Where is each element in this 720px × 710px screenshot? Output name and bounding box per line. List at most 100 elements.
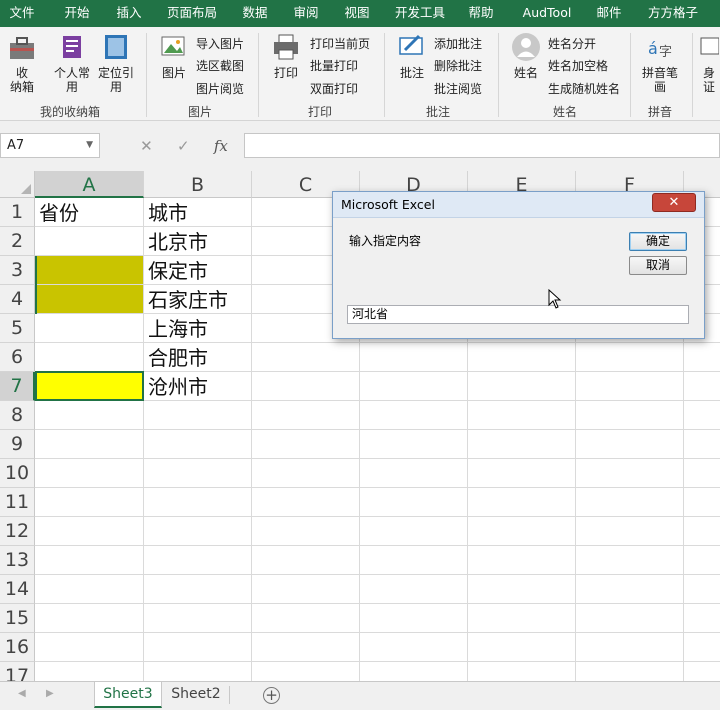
- grid-cell[interactable]: [360, 430, 468, 459]
- grid-cell[interactable]: [144, 459, 252, 488]
- import-picture-button[interactable]: 导入图片: [196, 34, 244, 52]
- grid-cell[interactable]: [360, 517, 468, 546]
- grid-cell[interactable]: [576, 343, 684, 372]
- grid-cell[interactable]: [360, 546, 468, 575]
- grid-cell[interactable]: [468, 401, 576, 430]
- delete-comment-button[interactable]: 删除批注: [434, 56, 482, 74]
- grid-cell[interactable]: [684, 401, 720, 430]
- comment-browse-button[interactable]: 批注阅览: [434, 79, 482, 97]
- dialog-titlebar[interactable]: Microsoft Excel ✕: [333, 192, 704, 218]
- duplex-print-button[interactable]: 双面打印: [310, 79, 358, 97]
- row-header[interactable]: 2: [0, 227, 35, 256]
- grid-cell[interactable]: [252, 401, 360, 430]
- grid-cell[interactable]: [360, 372, 468, 401]
- tab-review[interactable]: 审阅: [287, 0, 325, 27]
- grid-cell[interactable]: [576, 662, 684, 681]
- cell-b4[interactable]: 石家庄市: [144, 285, 252, 314]
- sheet-tab-sheet3[interactable]: Sheet3: [94, 682, 162, 708]
- grid-cell[interactable]: [468, 662, 576, 681]
- cancel-button[interactable]: 取消: [629, 256, 687, 275]
- batch-print-button[interactable]: 批量打印: [310, 56, 358, 74]
- print-button[interactable]: 打印: [266, 32, 306, 80]
- dialog-input-field[interactable]: 河北省: [347, 305, 689, 324]
- grid-cell[interactable]: [360, 343, 468, 372]
- grid-cell[interactable]: [35, 401, 144, 430]
- grid-cell[interactable]: [35, 459, 144, 488]
- grid-cell[interactable]: [252, 546, 360, 575]
- grid-cell[interactable]: [35, 430, 144, 459]
- grid-cell[interactable]: [468, 604, 576, 633]
- grid-cell[interactable]: [468, 372, 576, 401]
- cell-b2[interactable]: 北京市: [144, 227, 252, 256]
- grid-cell[interactable]: [144, 517, 252, 546]
- tab-fangfang[interactable]: 方方格子: [640, 0, 706, 27]
- tab-audtool[interactable]: AudTool: [514, 0, 580, 27]
- grid-cell[interactable]: [576, 459, 684, 488]
- sheet-tab-sheet2[interactable]: Sheet2: [164, 682, 228, 708]
- cancel-icon[interactable]: ✕: [140, 137, 153, 155]
- split-name-button[interactable]: 姓名分开: [548, 34, 596, 52]
- grid-cell[interactable]: [468, 517, 576, 546]
- grid-cell[interactable]: [468, 343, 576, 372]
- picture-button[interactable]: 图片: [154, 32, 194, 80]
- grid-cell[interactable]: [252, 488, 360, 517]
- grid-cell[interactable]: [252, 662, 360, 681]
- grid-cell[interactable]: [35, 517, 144, 546]
- grid-cell[interactable]: [576, 488, 684, 517]
- picture-browse-button[interactable]: 图片阅览: [196, 79, 244, 97]
- row-header[interactable]: 9: [0, 430, 35, 459]
- grid-cell[interactable]: [468, 488, 576, 517]
- grid-cell[interactable]: [576, 430, 684, 459]
- locate-reference-button[interactable]: 定位引 用: [96, 32, 136, 94]
- grid-cell[interactable]: [252, 430, 360, 459]
- grid-cell[interactable]: [360, 604, 468, 633]
- name-button[interactable]: 姓名: [506, 32, 546, 80]
- tab-file[interactable]: 文件: [6, 0, 38, 27]
- row-header[interactable]: 5: [0, 314, 35, 343]
- next-sheet-icon[interactable]: ▶: [46, 688, 54, 699]
- personal-common-button[interactable]: 个人常 用: [52, 32, 92, 94]
- grid-cell[interactable]: [144, 633, 252, 662]
- grid-cell[interactable]: [144, 604, 252, 633]
- row-header[interactable]: 3: [0, 256, 35, 285]
- row-header[interactable]: 15: [0, 604, 35, 633]
- chevron-down-icon[interactable]: ▼: [86, 134, 93, 157]
- grid-cell[interactable]: [35, 575, 144, 604]
- grid-cell[interactable]: [684, 488, 720, 517]
- previous-sheet-icon[interactable]: ◀: [18, 688, 26, 699]
- row-header[interactable]: 17: [0, 662, 35, 681]
- add-sheet-icon[interactable]: +: [263, 687, 280, 704]
- grid-cell[interactable]: [144, 662, 252, 681]
- id-card-button[interactable]: 身 证: [698, 32, 720, 94]
- tab-mail[interactable]: 邮件: [590, 0, 628, 27]
- row-header[interactable]: 6: [0, 343, 35, 372]
- cell-b1[interactable]: 城市: [144, 198, 252, 227]
- grid-cell[interactable]: [684, 459, 720, 488]
- cell-b5[interactable]: 上海市: [144, 314, 252, 343]
- row-header[interactable]: 12: [0, 517, 35, 546]
- add-comment-button[interactable]: 添加批注: [434, 34, 482, 52]
- cell-b7[interactable]: 沧州市: [144, 372, 252, 401]
- row-header[interactable]: 13: [0, 546, 35, 575]
- insert-function-icon[interactable]: fx: [214, 137, 228, 155]
- row-header[interactable]: 4: [0, 285, 35, 314]
- close-icon[interactable]: ✕: [652, 193, 696, 212]
- grid-cell[interactable]: [360, 459, 468, 488]
- grid-cell[interactable]: [576, 546, 684, 575]
- grid-cell[interactable]: [684, 517, 720, 546]
- row-header[interactable]: 16: [0, 633, 35, 662]
- grid-cell[interactable]: [576, 633, 684, 662]
- grid-cell[interactable]: [576, 401, 684, 430]
- ok-button[interactable]: 确定: [629, 232, 687, 251]
- grid-cell[interactable]: [684, 372, 720, 401]
- grid-cell[interactable]: [360, 401, 468, 430]
- grid-cell[interactable]: [576, 517, 684, 546]
- grid-cell[interactable]: [576, 575, 684, 604]
- grid-cell[interactable]: [684, 604, 720, 633]
- region-screenshot-button[interactable]: 选区截图: [196, 56, 244, 74]
- grid-cell[interactable]: [684, 633, 720, 662]
- grid-cell[interactable]: [468, 575, 576, 604]
- grid-cell[interactable]: [144, 430, 252, 459]
- column-header-a[interactable]: A: [35, 171, 144, 198]
- grid-cell[interactable]: [35, 662, 144, 681]
